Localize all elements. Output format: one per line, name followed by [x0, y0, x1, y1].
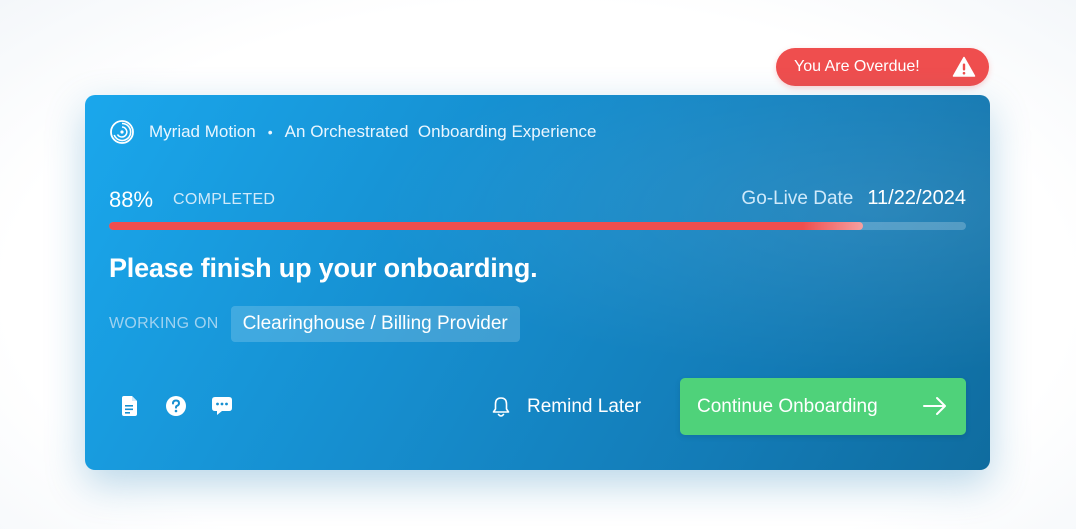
progress-label: COMPLETED [173, 191, 276, 208]
brand-row: Myriad Motion • An Orchestrated Onboardi… [109, 119, 597, 145]
remind-later-label: Remind Later [527, 396, 642, 417]
page-background: You Are Overdue! Myriad Motion • An Orch… [0, 0, 1076, 529]
overdue-badge: You Are Overdue! [776, 48, 989, 86]
brand-separator: • [267, 124, 273, 140]
overdue-label: You Are Overdue! [794, 58, 920, 75]
arrow-right-icon [923, 397, 946, 415]
working-on-label: WORKING ON [109, 315, 219, 332]
page-title: Please finish up your onboarding. [109, 253, 538, 283]
progress-header: 88% COMPLETED Go-Live Date 11/22/2024 [109, 187, 966, 217]
progress-bar [109, 222, 966, 230]
remind-later-button[interactable]: Remind Later [489, 392, 641, 422]
myriad-motion-logo-icon [110, 120, 134, 144]
continue-onboarding-label: Continue Onboarding [697, 395, 878, 417]
progress-bar-fill [109, 222, 864, 230]
go-live-label: Go-Live Date [741, 188, 854, 209]
tool-icons [119, 395, 257, 417]
document-icon[interactable] [119, 395, 141, 417]
onboarding-card: Myriad Motion • An Orchestrated Onboardi… [85, 95, 990, 470]
brand-name: Myriad Motion [149, 122, 256, 141]
go-live-value: 11/22/2024 [867, 187, 966, 209]
go-live-date: Go-Live Date 11/22/2024 [741, 187, 966, 210]
brand-tagline: An Orchestrated Onboarding Experience [284, 122, 597, 141]
help-icon[interactable] [165, 395, 187, 417]
bell-icon [492, 397, 510, 417]
chat-icon[interactable] [211, 395, 233, 417]
working-on-row: WORKING ON Clearinghouse / Billing Provi… [109, 306, 520, 342]
working-on-chip: Clearinghouse / Billing Provider [230, 306, 520, 342]
warning-triangle-icon [952, 56, 976, 77]
progress-percent: 88% [109, 187, 154, 212]
continue-onboarding-button[interactable]: Continue Onboarding [680, 378, 966, 435]
